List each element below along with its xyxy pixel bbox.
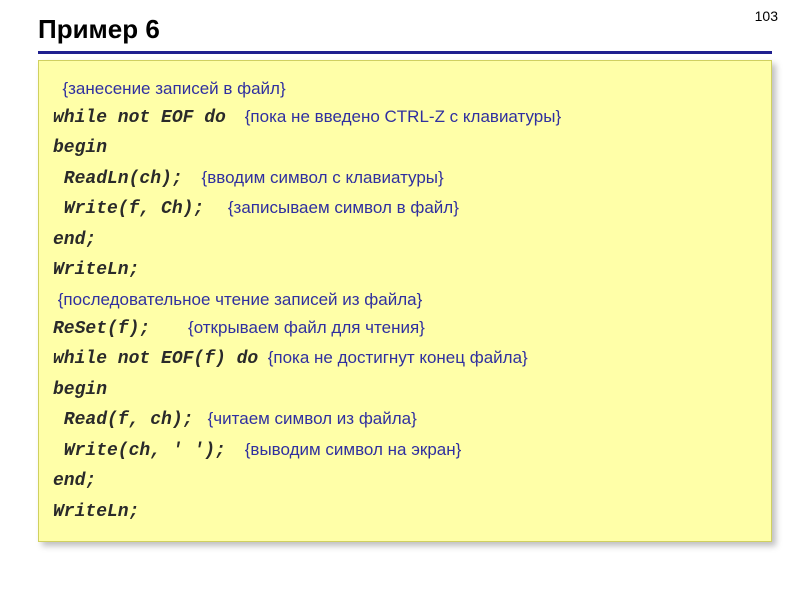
code: ReSet(f); [53,319,150,339]
code: WriteLn; [53,260,139,280]
code: Write(ch, ' '); [53,441,226,461]
comment: {вводим символ с клавиатуры} [202,168,444,187]
code: begin [53,138,107,158]
title-underline [38,51,772,54]
slide: 103 Пример 6 {занесение записей в файл} … [0,0,800,600]
comment: {занесение записей в файл} [53,79,286,98]
code: begin [53,380,107,400]
page-number: 103 [755,8,778,24]
comment: {записываем символ в файл} [228,198,459,217]
code: end; [53,230,96,250]
code: WriteLn; [53,502,139,522]
code: end; [53,471,96,491]
comment: {читаем символ из файла} [208,409,417,428]
code: ReadLn(ch); [53,169,183,189]
comment: {последовательное чтение записей из файл… [53,290,422,309]
comment: {пока не достигнут конец файла} [268,348,528,367]
comment: {открываем файл для чтения} [188,318,425,337]
comment: {пока не введено CTRL-Z с клавиатуры} [245,107,561,126]
comment: {выводим символ на экран} [245,440,462,459]
code: while not EOF(f) do [53,349,258,369]
slide-title: Пример 6 [38,14,772,45]
code-block: {занесение записей в файл} while not EOF… [38,60,772,542]
code: while not EOF do [53,108,226,128]
code: Write(f, Ch); [53,199,204,219]
code: Read(f, ch); [53,410,193,430]
